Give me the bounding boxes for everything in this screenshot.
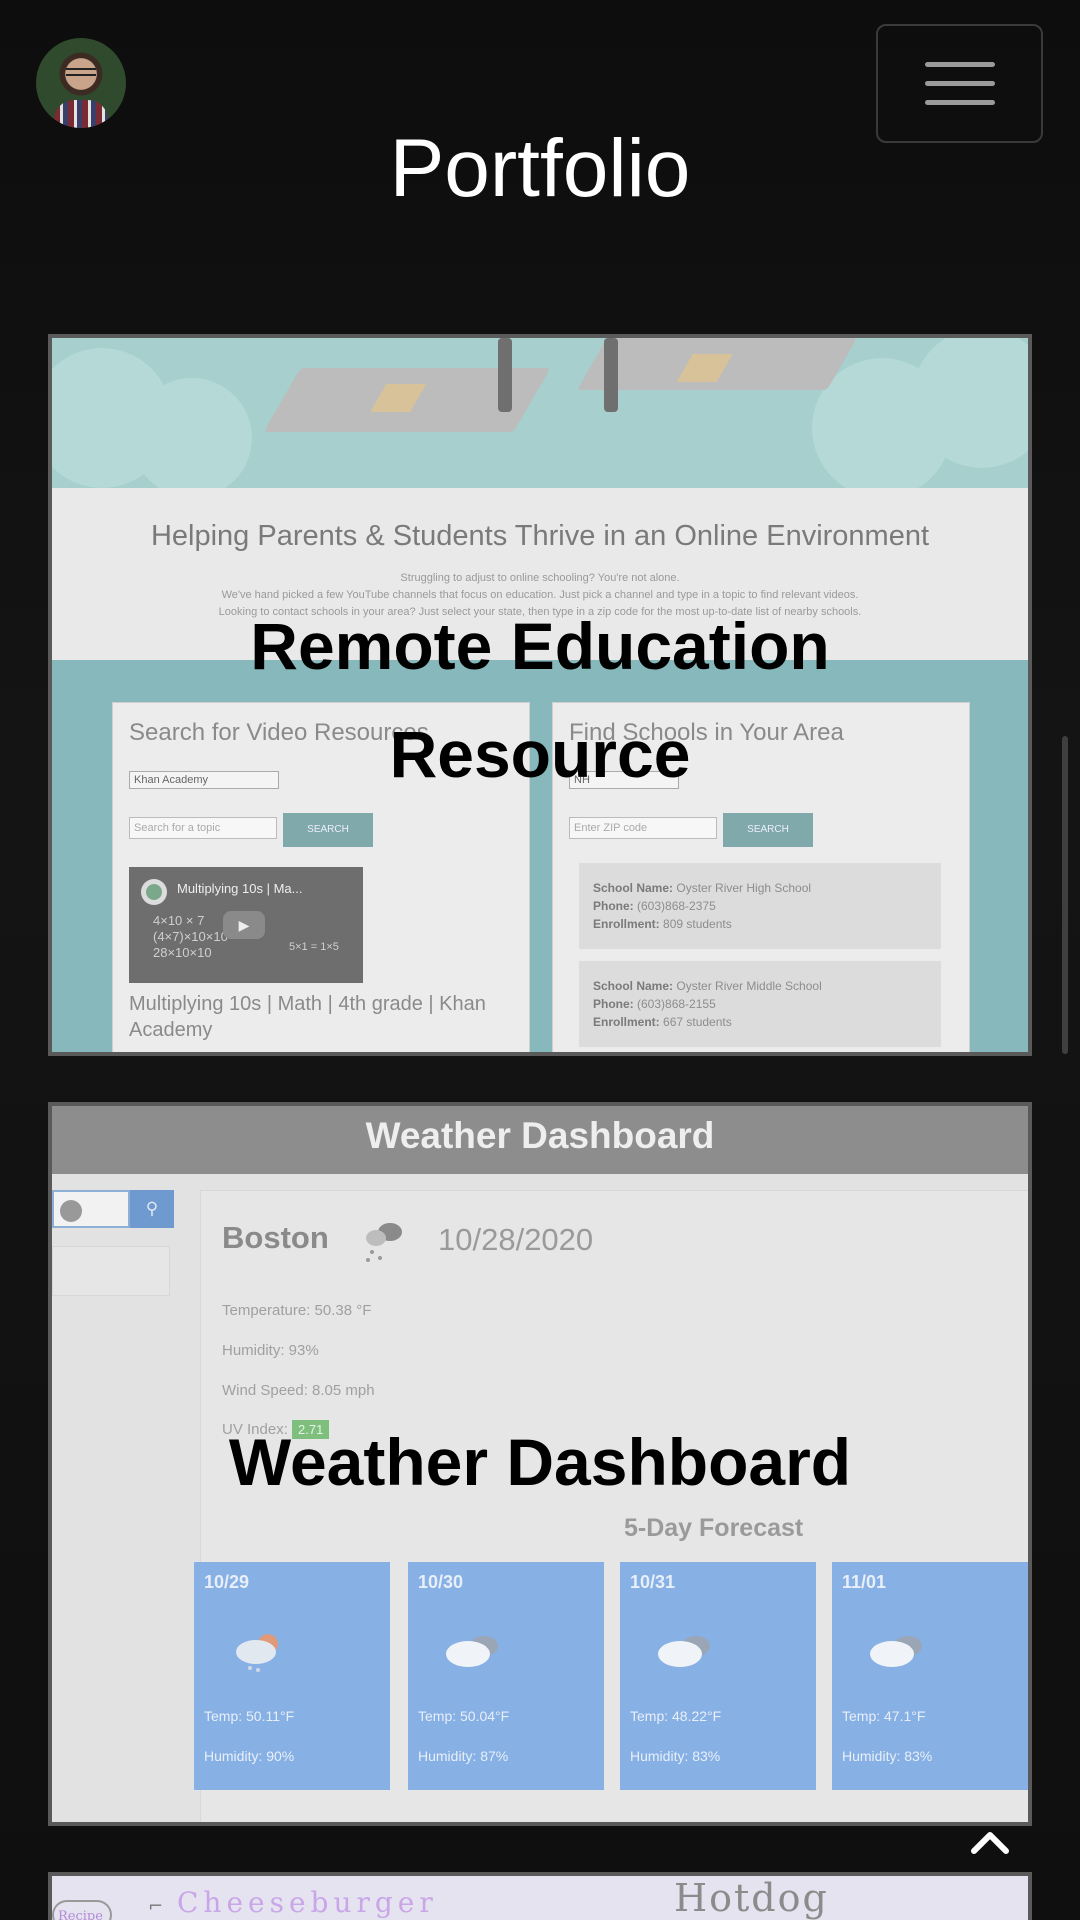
current-date: 10/28/2020 bbox=[438, 1222, 594, 1257]
forecast-day: 10/30 Temp: 50.04°F Humidity: 87% bbox=[408, 1562, 604, 1790]
zip-input: Enter ZIP code bbox=[569, 817, 717, 839]
video-caption: Multiplying 10s | Math | 4th grade | Kha… bbox=[129, 993, 486, 1041]
forecast-day: 10/29 Temp: 50.11°F Humidity: 90% bbox=[194, 1562, 390, 1790]
video-title: Multiplying 10s | Ma... bbox=[177, 881, 303, 896]
video-search-button: SEARCH bbox=[283, 813, 373, 847]
play-icon: ▶ bbox=[223, 911, 265, 939]
recipe-pill: Recipe bbox=[52, 1900, 112, 1920]
project-title: Weather Dashboard bbox=[228, 1425, 852, 1499]
menu-bar-icon bbox=[924, 62, 995, 67]
project-title: Remote Education bbox=[250, 609, 830, 683]
school-result: School Name: Oyster River High School Ph… bbox=[579, 863, 941, 949]
hotdog-label: Hotdog bbox=[674, 1876, 829, 1920]
cloud-icon bbox=[446, 1636, 498, 1667]
forecast-day: 11/01 Temp: 47.1°F Humidity: 83% bbox=[832, 1562, 1028, 1790]
video-math-text: 4×10 × 7 (4×7)×10×10 28×10×10 bbox=[153, 913, 228, 960]
city-name: Boston bbox=[222, 1220, 329, 1255]
page-title: Portfolio bbox=[389, 123, 691, 214]
search-icon: ⚲ bbox=[130, 1190, 174, 1228]
cloud-icon bbox=[658, 1636, 710, 1667]
project-card-remote-education[interactable]: Helping Parents & Students Thrive in an … bbox=[48, 334, 1032, 1056]
spoon-icon: ⌐ bbox=[148, 1896, 164, 1917]
weather-app-header: Weather Dashboard bbox=[52, 1106, 1028, 1174]
chevron-up-icon bbox=[971, 1832, 1009, 1854]
glasses-detail bbox=[66, 68, 96, 76]
rain-cloud-icon bbox=[366, 1223, 402, 1262]
project-title: Resource bbox=[389, 717, 691, 791]
hero-illustration bbox=[52, 338, 1028, 498]
video-math-side: 5×1 = 1×5 bbox=[289, 941, 339, 953]
city-search-input bbox=[52, 1190, 130, 1228]
cheeseburger-label: ⌐ Cheeseburger bbox=[148, 1886, 438, 1919]
portfolio-page: Portfolio Helping Parents & Students Thr… bbox=[0, 0, 1080, 1920]
cloud-icon bbox=[870, 1636, 922, 1667]
scroll-to-top-button[interactable] bbox=[964, 1820, 1016, 1864]
rain-cloud-icon bbox=[236, 1634, 278, 1672]
temperature-text: Temperature: 50.38 °F bbox=[222, 1302, 372, 1319]
search-history-item bbox=[52, 1246, 170, 1296]
school-search-button: SEARCH bbox=[723, 813, 813, 847]
humidity-text: Humidity: 93% bbox=[222, 1342, 319, 1359]
menu-bar-icon bbox=[924, 81, 995, 86]
video-thumbnail: Multiplying 10s | Ma... 4×10 × 7 (4×7)×1… bbox=[129, 867, 363, 983]
channel-logo-icon bbox=[141, 879, 167, 905]
project-card-weather-dashboard[interactable]: Weather Dashboard ⚲ Boston 10/28/2020 Te… bbox=[48, 1102, 1032, 1826]
school-result: School Name: Oyster River Middle School … bbox=[579, 961, 941, 1047]
project-card-recipe[interactable]: Recipe ⌐ Cheeseburger Hotdog bbox=[48, 1872, 1032, 1920]
forecast-day: 10/31 Temp: 48.22°F Humidity: 83% bbox=[620, 1562, 816, 1790]
menu-bar-icon bbox=[924, 100, 995, 105]
intro-text: Struggling to adjust to online schooling… bbox=[400, 572, 680, 584]
forecast-title: 5-Day Forecast bbox=[624, 1514, 804, 1542]
topic-search-input: Search for a topic bbox=[129, 817, 277, 839]
wind-text: Wind Speed: 8.05 mph bbox=[222, 1382, 375, 1399]
avatar[interactable] bbox=[36, 38, 126, 128]
intro-heading: Helping Parents & Students Thrive in an … bbox=[150, 520, 930, 552]
scrollbar[interactable] bbox=[1062, 736, 1068, 1054]
